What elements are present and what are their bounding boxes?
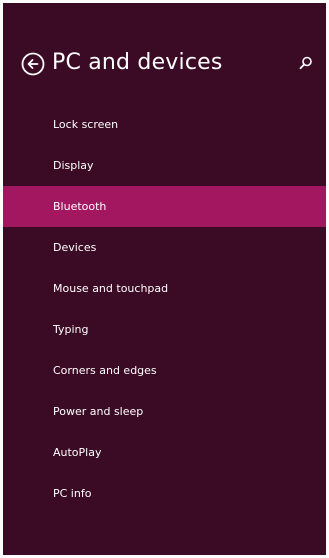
nav-item-bluetooth[interactable]: Bluetooth (3, 186, 326, 227)
header: PC and devices (3, 3, 326, 113)
nav-item-pc-info[interactable]: PC info (3, 473, 326, 514)
nav-item-label: Bluetooth (53, 200, 107, 213)
nav-item-devices[interactable]: Devices (3, 227, 326, 268)
nav-item-lock-screen[interactable]: Lock screen (3, 104, 326, 145)
search-icon[interactable] (298, 55, 314, 71)
nav-item-mouse-and-touchpad[interactable]: Mouse and touchpad (3, 268, 326, 309)
nav-item-display[interactable]: Display (3, 145, 326, 186)
settings-panel: PC and devices Lock screen Display Bluet… (3, 3, 326, 555)
nav-item-label: Typing (53, 323, 89, 336)
nav-item-label: Corners and edges (53, 364, 157, 377)
nav-item-label: Power and sleep (53, 405, 144, 418)
back-arrow-circle-icon[interactable] (21, 52, 45, 76)
nav-item-label: PC info (53, 487, 92, 500)
nav-item-label: Mouse and touchpad (53, 282, 169, 295)
nav-item-label: Lock screen (53, 118, 119, 131)
nav-item-power-and-sleep[interactable]: Power and sleep (3, 391, 326, 432)
nav-item-autoplay[interactable]: AutoPlay (3, 432, 326, 473)
nav-item-label: Display (53, 159, 94, 172)
settings-nav-list: Lock screen Display Bluetooth Devices Mo… (3, 104, 326, 514)
nav-item-corners-and-edges[interactable]: Corners and edges (3, 350, 326, 391)
nav-item-typing[interactable]: Typing (3, 309, 326, 350)
nav-item-label: Devices (53, 241, 97, 254)
nav-item-label: AutoPlay (53, 446, 102, 459)
page-title: PC and devices (52, 50, 223, 75)
